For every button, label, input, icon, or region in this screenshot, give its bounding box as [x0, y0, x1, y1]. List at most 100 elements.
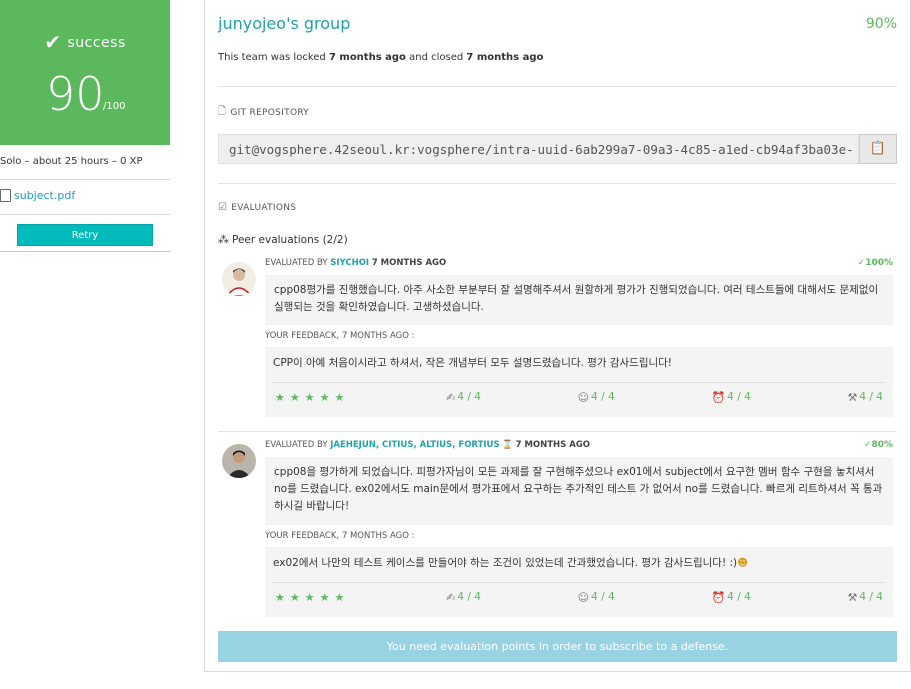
- feedback-ratings: ★ ★ ★ ★ ★ ✍ 4 / 4 ☺ 4 / 4 ⏰ 4 / 4 ⚒ 4 / 4: [275, 587, 883, 607]
- star-icon: ★: [334, 590, 345, 604]
- star-icon: ★: [275, 390, 285, 404]
- divider: [0, 179, 170, 180]
- rating-friendly: ☺ 4 / 4: [578, 391, 615, 404]
- evaluations-label: EVALUATIONS: [231, 202, 297, 213]
- nice-icon: ✍: [446, 590, 456, 604]
- retry-button[interactable]: Retry: [17, 224, 153, 246]
- rating-punctuality: ⏰ 4 / 4: [711, 391, 750, 404]
- feedback-box: ex02에서 나만의 테스트 케이스를 만들어야 하는 조건이 있었는데 간과했…: [265, 547, 893, 617]
- lock-prefix: This team was locked: [218, 52, 326, 63]
- close-time: 7 months ago: [466, 52, 544, 63]
- rating-punctuality: ⏰ 4 / 4: [711, 591, 750, 604]
- final-score: 90: [46, 67, 105, 121]
- status-row: ✔ success: [0, 30, 170, 54]
- rating-value: 4 / 4: [591, 591, 615, 603]
- repo-section-label: 🗋 GIT REPOSITORY: [218, 104, 309, 121]
- emoji-icon: ☻: [737, 557, 749, 569]
- nice-icon: ✍: [446, 390, 456, 404]
- repo-url-field[interactable]: git@vogsphere.42seoul.kr:vogsphere/intra…: [218, 134, 859, 164]
- hourglass-icon: ⌛: [502, 440, 513, 450]
- evaluated-by-prefix: EVALUATED BY: [265, 440, 328, 450]
- rating-value: 4 / 4: [727, 391, 751, 403]
- divider: [0, 251, 171, 252]
- evaluation-header: EVALUATED BY JAEHEJUN, CITIUS, ALTIUS, F…: [265, 440, 590, 450]
- star-icon: ★: [334, 390, 345, 404]
- evaluation-mark: ✓80%: [864, 440, 893, 450]
- feedback-text: CPP이 아예 처음이시라고 하셔서, 작은 개념부터 모두 설명드렸습니다. …: [273, 357, 673, 369]
- feedback-ratings: ★ ★ ★ ★ ★ ✍ 4 / 4 ☺ 4 / 4 ⏰ 4 / 4 ⚒ 4 / 4: [275, 387, 883, 407]
- rating-rigor: ⚒ 4 / 4: [848, 391, 883, 404]
- rating-rigor: ⚒ 4 / 4: [848, 591, 883, 604]
- feedback-box: CPP이 아예 처음이시라고 하셔서, 작은 개념부터 모두 설명드렸습니다. …: [265, 347, 893, 417]
- project-info: Solo – about 25 hours – 0 XP: [0, 156, 143, 167]
- evaluation-header: EVALUATED BY SIYCHOI 7 MONTHS AGO: [265, 258, 446, 268]
- hammer-icon: ⚒: [847, 590, 858, 604]
- score-max: /100: [103, 101, 126, 112]
- peer-evaluations-label: Peer evaluations (2/2): [232, 233, 348, 246]
- smile-icon: ☺: [577, 390, 590, 404]
- evaluation-time: 7 MONTHS AGO: [515, 440, 591, 450]
- alarm-clock-icon: ⏰: [711, 590, 726, 604]
- lock-middle: and closed: [409, 52, 464, 63]
- team-percent: 90%: [865, 16, 897, 32]
- rating-nice: ✍ 4 / 4: [446, 591, 481, 604]
- alarm-clock-icon: ⏰: [711, 390, 726, 404]
- star-icon: ★: [319, 590, 330, 604]
- avatar[interactable]: [222, 262, 256, 296]
- evaluator-link[interactable]: JAEHEJUN, CITIUS, ALTIUS, FORTIUS: [330, 440, 499, 450]
- rating-value: 4 / 4: [457, 391, 481, 403]
- evaluation-mark-value: 100%: [865, 258, 893, 268]
- rating-friendly: ☺ 4 / 4: [578, 591, 615, 604]
- panel-border-bottom: [204, 671, 911, 672]
- evaluation-comment: cpp08을 평가하게 되었습니다. 피평가자님이 모든 과제를 잘 구현해주셨…: [265, 457, 893, 525]
- rating-value: 4 / 4: [859, 591, 883, 603]
- divider: [218, 86, 897, 87]
- network-icon: ⁂: [218, 233, 229, 246]
- sidebar: ✔ success 90 /100 Solo – about 25 hours –…: [0, 0, 171, 689]
- feedback-label: YOUR FEEDBACK, 7 MONTHS AGO :: [265, 531, 415, 541]
- rating-value: 4 / 4: [591, 391, 615, 403]
- star-icon: ★: [319, 390, 330, 404]
- repo-label: GIT REPOSITORY: [230, 107, 310, 118]
- avatar[interactable]: [222, 444, 256, 478]
- evaluation-comment: cpp08평가를 진행했습니다. 아주 사소한 부분부터 잘 설명해주셔서 원할…: [265, 275, 893, 325]
- hammer-icon: ⚒: [847, 390, 858, 404]
- star-icon: ★: [289, 590, 300, 604]
- check-icon: ✔: [44, 30, 62, 54]
- panel-border-left: [204, 0, 205, 671]
- feedback-label: YOUR FEEDBACK, 7 MONTHS AGO :: [265, 331, 415, 341]
- star-icon: ★: [304, 390, 315, 404]
- star-icon: ★: [304, 590, 315, 604]
- star-icon: ★: [289, 390, 300, 404]
- divider: [273, 582, 885, 583]
- status-label: success: [67, 35, 126, 51]
- copy-button[interactable]: 📋: [859, 134, 897, 164]
- lock-time: 7 months ago: [328, 52, 406, 63]
- evaluation-mark: ✓100%: [858, 258, 893, 268]
- subject-link[interactable]: subject.pdf: [0, 189, 75, 202]
- rating-nice: ✍ 4 / 4: [446, 391, 481, 404]
- star-rating: ★ ★ ★ ★ ★: [275, 591, 349, 604]
- star-rating: ★ ★ ★ ★ ★: [275, 391, 349, 404]
- feedback-text-value: ex02에서 나만의 테스트 케이스를 만들어야 하는 조건이 있었는데 간과했…: [273, 557, 738, 569]
- team-title[interactable]: junyojeo's group: [218, 14, 350, 33]
- rating-value: 4 / 4: [727, 591, 751, 603]
- lock-status: This team was locked 7 months ago and cl…: [218, 52, 543, 63]
- git-icon: 🗋: [218, 106, 227, 117]
- evaluation-mark-value: 80%: [871, 440, 893, 450]
- smile-icon: ☺: [577, 590, 590, 604]
- clipboard-icon: 📋: [869, 141, 887, 156]
- rating-value: 4 / 4: [457, 591, 481, 603]
- peer-evaluations-title: ⁂ Peer evaluations (2/2): [218, 233, 348, 246]
- divider: [0, 214, 170, 215]
- rating-value: 4 / 4: [859, 391, 883, 403]
- subject-link-label[interactable]: subject.pdf: [14, 189, 75, 202]
- defense-notice: You need evaluation points in order to s…: [218, 631, 897, 662]
- evaluator-link[interactable]: SIYCHOI: [330, 258, 369, 268]
- feedback-text: ex02에서 나만의 테스트 케이스를 만들어야 하는 조건이 있었는데 간과했…: [273, 555, 748, 570]
- evaluations-section-label: ☑ EVALUATIONS: [218, 202, 296, 213]
- divider: [218, 183, 897, 184]
- checkbox-icon: ☑: [218, 202, 228, 213]
- evaluated-by-prefix: EVALUATED BY: [265, 258, 328, 268]
- evaluation-time: 7 MONTHS AGO: [371, 258, 447, 268]
